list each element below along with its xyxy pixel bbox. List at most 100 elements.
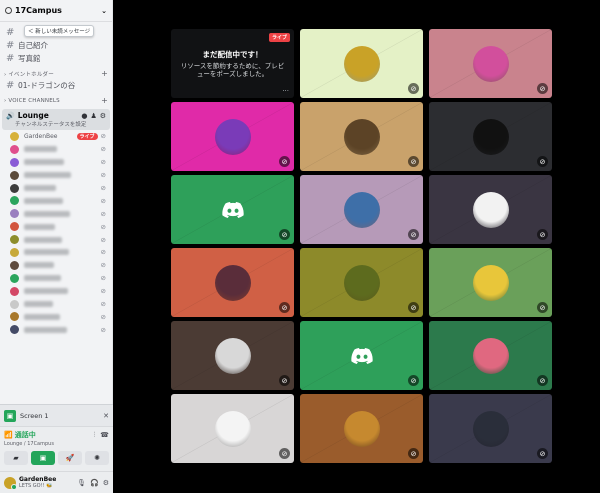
participant-tile[interactable]: ⊘ (171, 102, 294, 171)
voice-member[interactable]: ⊘ (0, 182, 112, 195)
member-name (24, 275, 61, 282)
screen-share-button[interactable]: ▣ (31, 451, 55, 465)
gear-icon[interactable]: ⚙ (100, 112, 106, 120)
camera-off-icon: ▰ (13, 454, 19, 462)
mic-muted-icon: ⊘ (100, 145, 106, 154)
voice-member[interactable]: ⊘ (0, 194, 112, 207)
screen-share-label: Screen 1 (20, 411, 49, 420)
disconnect-icon[interactable]: ☎ (100, 431, 109, 440)
avatar (472, 264, 509, 301)
voice-member[interactable]: ⊘ (0, 220, 112, 233)
stream-tile[interactable]: まだ配信中です！ リソースを節約するために、プレビューをポーズしました。 ライブ ··… (171, 29, 294, 98)
voice-channel-lounge[interactable]: 🔊 Lounge ● ♟ ⚙ チャンネルステータスを設定 (2, 109, 110, 130)
member-name (24, 185, 56, 191)
new-unread-tooltip[interactable]: ＜ 新しい未読メッセージ (24, 25, 95, 37)
participant-tile[interactable]: ⊘ (300, 175, 423, 244)
mic-muted-icon: ⊘ (537, 302, 548, 313)
mic-muted-icon: ⊘ (100, 261, 106, 270)
voice-member[interactable]: ⊘ (0, 207, 112, 220)
participant-tile[interactable]: ⊘ (300, 394, 423, 463)
avatar (10, 209, 19, 219)
server-name: 17Campus (15, 6, 62, 15)
voice-member[interactable]: ⊘ (0, 259, 112, 272)
hashtag-icon: # (6, 27, 15, 38)
participant-tile[interactable]: ⊘ (171, 175, 294, 244)
channel-label: 01-ドラゴンの谷 (18, 81, 76, 90)
mic-muted-icon: ⊘ (100, 196, 106, 205)
headphones-icon[interactable]: 🎧 (90, 479, 99, 487)
participant-tile[interactable]: ⊘ (429, 321, 552, 390)
participant-tile[interactable]: ⊘ (429, 248, 552, 317)
participant-tile[interactable]: ⊘ (429, 102, 552, 171)
add-user-icon[interactable]: ♟ (90, 112, 96, 120)
member-name (24, 197, 63, 204)
soundboard-icon: ✺ (94, 454, 100, 462)
participant-tile[interactable]: ⊘ (429, 29, 552, 98)
participant-tile[interactable]: ⊘ (429, 394, 552, 463)
mic-muted-icon: ⊘ (279, 229, 290, 240)
plus-icon[interactable]: + (101, 69, 108, 78)
channel-item[interactable]: # 写真館 (0, 52, 112, 65)
stream-paused-subtitle: リソースを節約するために、プレビューをポーズしました。 (180, 62, 285, 78)
member-name (24, 262, 54, 269)
voice-member[interactable]: ⊘ (0, 298, 112, 311)
member-name: GardenBee (24, 132, 58, 140)
voice-channel-status[interactable]: チャンネルステータスを設定 (6, 120, 106, 128)
voice-member[interactable]: ⊘ (0, 323, 112, 336)
participant-tile[interactable]: ⊘ (300, 102, 423, 171)
more-options-icon[interactable]: ··· (282, 87, 289, 95)
plus-icon[interactable]: + (101, 96, 108, 105)
avatar (10, 260, 19, 270)
channel-item[interactable]: # 自己紹介 (0, 39, 112, 52)
mic-muted-icon: ⊘ (100, 325, 106, 334)
participant-tile[interactable]: ⊘ (300, 29, 423, 98)
voice-member[interactable]: ⊘ (0, 143, 112, 156)
voice-member[interactable]: ⊘ (0, 285, 112, 298)
voice-member[interactable]: ⊘ (0, 246, 112, 259)
voice-member[interactable]: ⊘ (0, 233, 112, 246)
category-voice[interactable]: › VOICE CHANNELS + (0, 95, 112, 106)
server-header[interactable]: 17Campus ⌄ (0, 0, 112, 22)
mic-muted-icon: ⊘ (100, 248, 106, 257)
participant-tile[interactable]: ⊘ (171, 321, 294, 390)
microphone-icon[interactable]: 🎙 (77, 479, 86, 487)
avatar (10, 183, 19, 193)
participant-tile[interactable]: ⊘ (429, 175, 552, 244)
close-icon[interactable]: ✕ (103, 412, 109, 420)
avatar[interactable] (4, 476, 17, 490)
live-badge: ライブ (268, 33, 290, 42)
avatar (10, 144, 19, 154)
participant-tile[interactable]: ⊘ (300, 321, 423, 390)
mic-muted-icon: ⊘ (100, 209, 106, 218)
channel-item-dragon[interactable]: # 01-ドラゴンの谷 (0, 79, 112, 92)
stream-paused-title: まだ配信中です！ (202, 50, 263, 59)
category-event-holder[interactable]: › イベントホルダー + (0, 68, 112, 79)
chevron-down-icon[interactable]: ⌄ (101, 7, 107, 15)
noise-suppression-icon[interactable]: ⫶ (94, 431, 96, 440)
signal-icon[interactable]: 📶 (4, 431, 13, 439)
avatar (10, 170, 19, 180)
mic-muted-icon: ⊘ (408, 448, 419, 459)
participant-tile[interactable]: ⊘ (171, 394, 294, 463)
voice-member[interactable]: ⊘ (0, 156, 112, 169)
rtc-location[interactable]: Lounge / 17Campus (4, 441, 109, 447)
voice-member[interactable]: GardenBee ライブ ⊘ (0, 130, 112, 143)
mic-muted-icon: ⊘ (100, 132, 106, 141)
avatar (10, 325, 19, 335)
chat-icon[interactable]: ● (81, 112, 87, 120)
participant-tile[interactable]: ⊘ (171, 248, 294, 317)
voice-member[interactable]: ⊘ (0, 272, 112, 285)
camera-button[interactable]: ▰ (4, 451, 28, 465)
mic-muted-icon: ⊘ (279, 448, 290, 459)
activity-button[interactable]: 🚀 (58, 451, 82, 465)
user-panel: GardenBee LETS GO!! 🐝 🎙 🎧 ⚙ (0, 471, 113, 493)
soundboard-button[interactable]: ✺ (85, 451, 109, 465)
voice-member[interactable]: ⊘ (0, 169, 112, 182)
avatar (472, 118, 509, 155)
user-name[interactable]: GardenBee (19, 476, 56, 483)
voice-member[interactable]: ⊘ (0, 310, 112, 323)
screen-share-panel[interactable]: ▣ Screen 1 ✕ (0, 404, 113, 426)
mic-muted-icon: ⊘ (537, 83, 548, 94)
participant-tile[interactable]: ⊘ (300, 248, 423, 317)
gear-icon[interactable]: ⚙ (103, 479, 109, 487)
